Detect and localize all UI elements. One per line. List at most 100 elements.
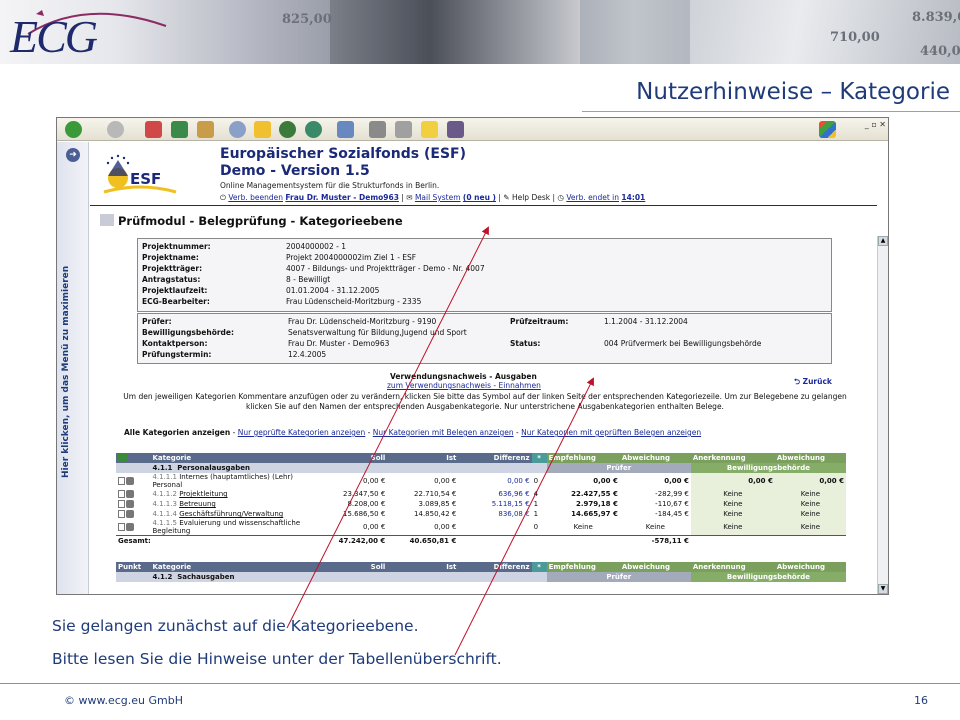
col-header: Soll — [311, 562, 388, 572]
col-header: Abweichung — [619, 562, 691, 572]
session-time[interactable]: 14:01 — [621, 193, 645, 202]
section-title: Verwendungsnachweis - Ausgaben — [390, 372, 537, 381]
folder-icon[interactable] — [421, 121, 438, 138]
filter-all[interactable]: Alle Kategorien anzeigen — [124, 428, 230, 437]
back-arrow-icon[interactable]: ⮌ — [794, 377, 803, 386]
history-icon[interactable] — [305, 121, 322, 138]
category-name: 4.1.1.5 Evaluierung und wissenschaftlich… — [152, 519, 301, 535]
star-cell: 1 — [533, 510, 539, 518]
filter-separator: - — [230, 428, 238, 437]
total-label: Gesamt: — [116, 535, 312, 546]
total-row: Gesamt: 47.242,00 € 40.650,81 € -578,11 … — [116, 535, 846, 546]
total-abweichung: -578,11 € — [619, 535, 691, 546]
empfehlung-cell: 0,00 € — [593, 477, 618, 485]
media-icon[interactable] — [279, 121, 296, 138]
comment-edit-icon[interactable] — [126, 477, 134, 485]
collapsed-menu[interactable]: ➜ Hier klicken, um das Menü zu maximiere… — [57, 142, 89, 594]
col-header: Differenz — [458, 453, 532, 463]
caption-category-level: Sie gelangen zunächst auf die Kategoriee… — [52, 617, 419, 635]
document-icon[interactable] — [118, 510, 125, 518]
mail-icon[interactable]: ✉ — [406, 193, 412, 202]
back-label[interactable]: Zurück — [803, 377, 832, 386]
helpdesk-link[interactable]: Help Desk — [512, 193, 550, 202]
clock-icon: ◷ — [557, 193, 564, 202]
total-ist: 40.650,81 € — [387, 535, 459, 546]
info-value: 2004000002 - 1 — [286, 242, 346, 251]
home-icon[interactable] — [197, 121, 214, 138]
module-marker — [100, 214, 114, 226]
copyright: © www.ecg.eu GmbH — [64, 694, 183, 707]
abweichung2-cell: 0,00 € — [774, 473, 846, 489]
einnahmen-link[interactable]: zum Verwendungsnachweis - Einnahmen — [387, 381, 541, 390]
info-value: 01.01.2004 - 31.12.2005 — [286, 286, 380, 295]
section-label: 4.1.2 Sachausgaben — [150, 572, 312, 582]
category-table: Kategorie Soll Ist Differenz * Empfehlun… — [116, 453, 846, 546]
title-divider — [582, 111, 960, 112]
col-header: Differenz — [458, 562, 532, 572]
filter-checked[interactable]: Nur geprüfte Kategorien anzeigen — [238, 428, 366, 437]
favorites-icon[interactable] — [254, 121, 271, 138]
session-label[interactable]: Verb. endet in — [566, 193, 619, 202]
excel-export-icon[interactable] — [116, 453, 151, 463]
scroll-up-icon[interactable]: ▲ — [878, 236, 888, 246]
filter-with-receipts[interactable]: Nur Kategorien mit Belegen anzeigen — [373, 428, 514, 437]
soll-cell: 23.347,50 € — [343, 490, 386, 498]
table-row: 4.1.1.4 Geschäftsführung/Verwaltung 15.6… — [116, 509, 846, 519]
info-key: Status: — [510, 339, 541, 348]
filter-checked-receipts[interactable]: Nur Kategorien mit geprüften Belegen anz… — [521, 428, 701, 437]
category-name[interactable]: 4.1.1.3 Betreuung — [150, 499, 312, 509]
edit-icon[interactable] — [395, 121, 412, 138]
soll-cell: 0,00 € — [363, 523, 386, 531]
soll-cell: 8.208,00 € — [347, 500, 386, 508]
logout-icon[interactable]: ⏻ — [220, 193, 226, 202]
table-row: 4.1.1.5 Evaluierung und wissenschaftlich… — [116, 519, 846, 536]
comment-edit-icon[interactable] — [126, 500, 134, 508]
back-button[interactable]: ⮌ Zurück — [794, 376, 832, 389]
scrollbar[interactable]: ▲ ▼ — [877, 236, 888, 594]
ist-cell: 14.850,42 € — [414, 510, 457, 518]
comment-edit-icon[interactable] — [126, 523, 134, 531]
expand-arrow-icon[interactable]: ➜ — [66, 148, 80, 162]
info-key: Antragstatus: — [142, 275, 201, 284]
document-icon[interactable] — [118, 490, 125, 498]
category-name[interactable]: 4.1.1.2 Projektleitung — [150, 489, 312, 499]
info-key: Projektname: — [142, 253, 199, 262]
stop-icon[interactable] — [145, 121, 162, 138]
filter-separator: - — [513, 428, 522, 437]
document-icon[interactable] — [118, 477, 125, 485]
mail-count[interactable]: (0 neu ) — [463, 193, 496, 202]
category-hint: Um den jeweiligen Kategorien Kommentare … — [123, 392, 847, 411]
info-key: Kontaktperson: — [142, 339, 208, 348]
mail-icon[interactable] — [337, 121, 354, 138]
document-icon[interactable] — [118, 523, 125, 531]
back-icon[interactable] — [65, 121, 82, 138]
helpdesk-icon[interactable]: ✎ — [503, 193, 509, 202]
search-icon[interactable] — [229, 121, 246, 138]
col-header: Anerkennung — [690, 562, 775, 572]
abweichung2-cell: Keine — [774, 509, 846, 519]
mail-system-link[interactable]: Mail System — [415, 193, 461, 202]
col-header: Punkt — [116, 562, 151, 572]
logout-link[interactable]: Verb. beenden — [228, 193, 283, 202]
current-user-link[interactable]: Frau Dr. Muster - Demo963 — [285, 193, 399, 202]
refresh-icon[interactable] — [171, 121, 188, 138]
forward-icon[interactable] — [107, 121, 124, 138]
info-value: Projekt 2004000002im Ziel 1 - ESF — [286, 253, 417, 262]
document-icon[interactable] — [118, 500, 125, 508]
header-divider — [90, 205, 877, 206]
window-buttons[interactable]: _ ▫ ✕ — [865, 120, 886, 129]
esf-logo-text: ESF — [130, 170, 161, 188]
print-icon[interactable] — [369, 121, 386, 138]
table-header: Punkt Kategorie Soll Ist Differenz * Emp… — [116, 562, 846, 572]
scroll-down-icon[interactable]: ▼ — [878, 584, 888, 594]
banner-number: 710,00 — [830, 30, 880, 45]
star-cell: 0 — [533, 477, 539, 485]
comment-edit-icon[interactable] — [126, 490, 134, 498]
maximize-menu-label[interactable]: Hier klicken, um das Menü zu maximieren — [61, 172, 85, 572]
empfehlung-cell: 14.665,97 € — [571, 510, 618, 518]
messenger-icon[interactable] — [447, 121, 464, 138]
info-key: Projektnummer: — [142, 242, 211, 251]
abweichung2-cell: Keine — [774, 489, 846, 499]
category-name[interactable]: 4.1.1.4 Geschäftsführung/Verwaltung — [150, 509, 312, 519]
comment-edit-icon[interactable] — [126, 510, 134, 518]
